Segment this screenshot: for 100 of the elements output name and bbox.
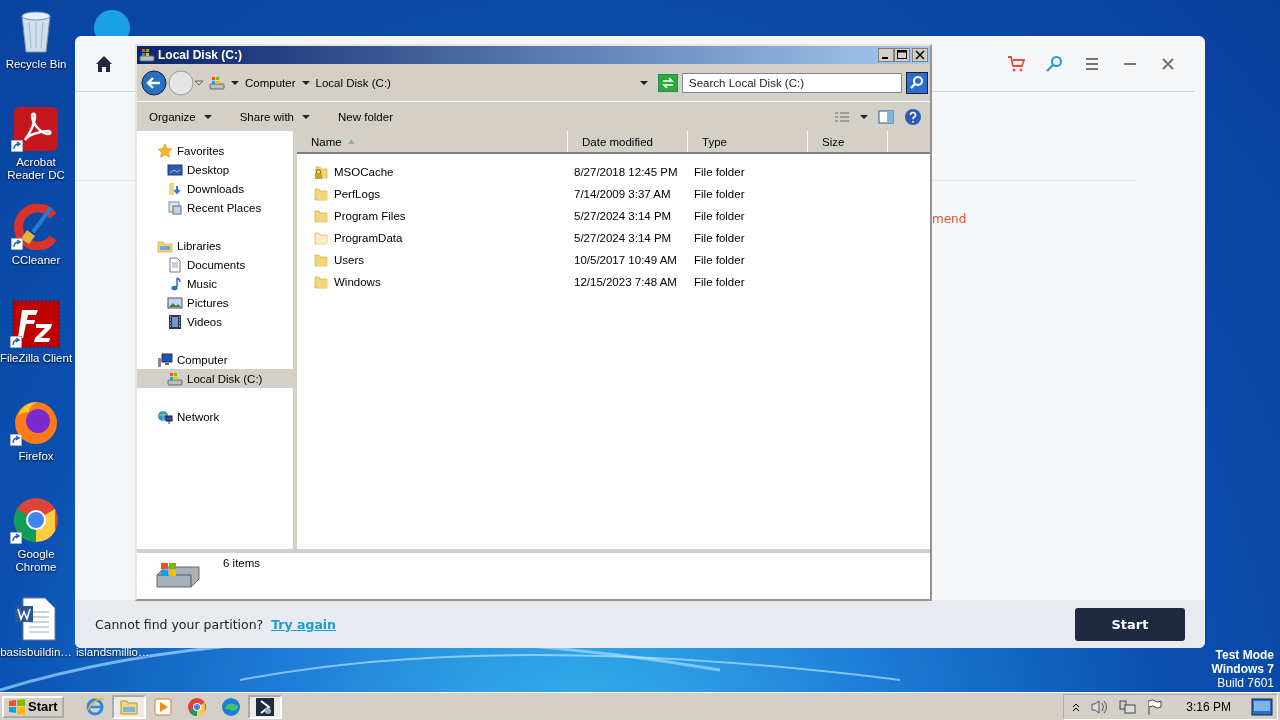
date-cell: 10/5/2017 10:49 AM (574, 254, 677, 266)
star-icon (157, 142, 173, 159)
dropdown-caret-icon (860, 112, 868, 121)
desktop-icon-label[interactable]: Recycle Bin (5, 58, 67, 71)
speaker-icon[interactable] (1090, 698, 1109, 715)
folder-icon (313, 208, 329, 224)
drive-icon (139, 47, 155, 63)
nav-item[interactable]: Computer (137, 350, 293, 369)
date-cell: 7/14/2009 3:37 AM (574, 188, 671, 200)
search-button[interactable] (906, 71, 928, 94)
file-name[interactable]: PerfLogs (334, 188, 381, 200)
nav-item[interactable]: Local Disk (C:) (137, 369, 293, 388)
history-caret-icon[interactable] (195, 78, 203, 87)
file-name[interactable]: ProgramData (334, 232, 403, 244)
nav-item[interactable]: Libraries (137, 236, 293, 255)
show-hidden-icons[interactable] (1072, 701, 1081, 712)
watermark-text: Build 7601 (1216, 676, 1274, 690)
desktop-icon-label[interactable]: CCleaner (11, 254, 61, 267)
folder-icon (313, 230, 329, 246)
folder-icon (313, 252, 329, 268)
type-cell: File folder (694, 210, 745, 222)
file-name[interactable]: Users (334, 254, 365, 266)
network-icon[interactable] (1118, 698, 1137, 715)
nav-item[interactable]: Favorites (137, 141, 293, 160)
preview-pane-icon[interactable] (878, 108, 894, 125)
nav-item[interactable]: Downloads (137, 179, 293, 198)
file-name[interactable]: Program Files (334, 210, 406, 222)
nav-item[interactable]: Music (137, 274, 293, 293)
item-count: 6 items (223, 557, 261, 571)
minimize-button[interactable] (878, 48, 894, 62)
date-cell: 12/15/2023 7:48 AM (574, 276, 677, 288)
file-name[interactable]: Windows (334, 276, 381, 288)
clock[interactable]: 3:16 PM (1186, 699, 1231, 714)
broom-c-icon[interactable] (13, 204, 59, 250)
ftp-client-icon[interactable] (12, 300, 60, 348)
dropdown-caret-icon (203, 112, 212, 121)
help-icon[interactable] (904, 107, 922, 126)
drive-icon (167, 370, 183, 387)
breadcrumb-item[interactable]: Local Disk (C:) (315, 76, 391, 89)
network-icon (157, 408, 173, 425)
column-header[interactable]: Size (808, 131, 888, 152)
column-header[interactable]: Type (688, 131, 808, 152)
monitor-icon (167, 161, 183, 178)
search-field[interactable]: Search Local Disk (C:) (682, 72, 902, 93)
folder-icon (313, 274, 329, 290)
picture-icon (167, 294, 183, 311)
cart-icon[interactable] (1007, 54, 1025, 73)
locked-folder-icon (313, 164, 329, 180)
date-cell: 5/27/2024 3:14 PM (574, 210, 672, 222)
nav-item[interactable]: Pictures (137, 293, 293, 312)
film-icon (167, 313, 183, 330)
close-button[interactable] (912, 48, 928, 62)
type-cell: File folder (694, 166, 745, 178)
computer-icon (157, 351, 173, 368)
word-document-icon[interactable] (13, 596, 59, 642)
back-button[interactable] (141, 69, 167, 96)
desktop-icon-label[interactable]: Google Chrome (0, 548, 74, 574)
warning-text: mend (932, 212, 967, 226)
partition-hint: Cannot find your partition? Try again (95, 616, 337, 632)
dropdown-caret-icon (301, 78, 310, 87)
refresh-icon[interactable] (658, 73, 678, 92)
browser-icon[interactable] (12, 496, 60, 544)
file-name[interactable]: MSOCache (334, 166, 394, 178)
desktop-icon-label[interactable]: FileZilla Client (0, 352, 73, 365)
dropdown-caret-icon (640, 78, 648, 87)
drive-icon (209, 74, 225, 91)
desktop-icon-label[interactable]: Acrobat Reader DC (0, 156, 74, 182)
nav-item[interactable]: Videos (137, 312, 293, 331)
start-button[interactable]: Start (1075, 607, 1185, 641)
window-title: Local Disk (C:) (158, 48, 243, 62)
breadcrumb-item[interactable]: Computer (245, 76, 296, 89)
toolbar-button[interactable]: Organize (145, 110, 216, 123)
desktop-icon-label[interactable]: basisbuildin… (0, 646, 72, 659)
pdf-reader-icon[interactable] (13, 106, 59, 152)
recent-places-icon (167, 199, 183, 216)
desktop-icon-label[interactable]: Firefox (18, 450, 54, 463)
shortcut-arrow-icon (10, 336, 22, 348)
column-header[interactable]: Date modified (568, 131, 688, 152)
start-button[interactable]: Start (2, 695, 64, 718)
browser-icon[interactable] (186, 696, 207, 717)
type-cell: File folder (694, 188, 745, 200)
flag-icon[interactable] (1146, 698, 1163, 715)
document-icon (167, 256, 183, 273)
nav-item[interactable]: Recent Places (137, 198, 293, 217)
download-folder-icon (167, 180, 183, 197)
nav-item[interactable]: Documents (137, 255, 293, 274)
nav-item[interactable]: Network (137, 407, 293, 426)
maximize-button[interactable] (894, 48, 910, 62)
toolbar-button[interactable]: New folder (334, 110, 397, 123)
show-desktop-icon[interactable] (1251, 697, 1273, 716)
column-header[interactable]: Name (297, 131, 568, 152)
dropdown-caret-icon (302, 112, 310, 121)
desktop-icon-label[interactable]: islandsmillio… (76, 646, 150, 658)
date-cell: 8/27/2018 12:45 PM (574, 166, 678, 178)
app-icon[interactable] (254, 696, 275, 717)
home-icon[interactable] (95, 54, 113, 73)
folder-icon (313, 186, 329, 202)
shortcut-arrow-icon (10, 532, 22, 544)
nav-item[interactable]: Desktop (137, 160, 293, 179)
toolbar-button[interactable]: Share with (235, 110, 314, 123)
